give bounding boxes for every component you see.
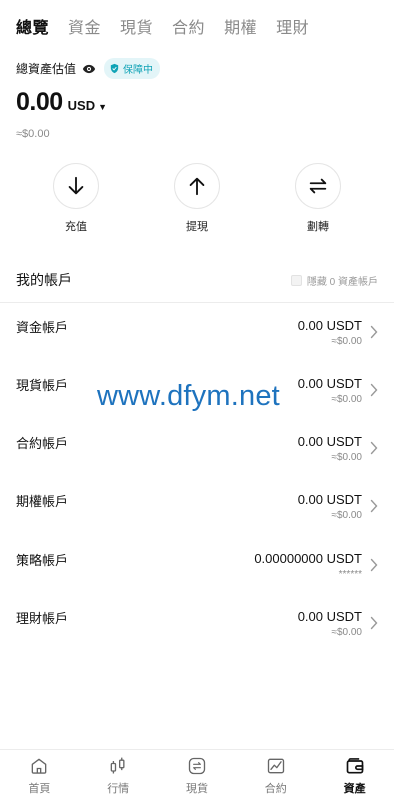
account-name: 理財帳戶 [16, 611, 69, 626]
arrow-up-icon [189, 177, 205, 196]
account-name: 現貨帳戶 [16, 378, 69, 393]
account-amount: 0.00 USDT [297, 609, 362, 624]
nav-contract[interactable]: 合約 [236, 750, 315, 800]
chevron-right-icon [370, 325, 378, 339]
transfer-label: 劃轉 [307, 221, 329, 233]
account-name: 資金帳戶 [16, 320, 69, 335]
protection-badge-label: 保障中 [123, 65, 154, 76]
account-row-funding[interactable]: 資金帳戶 0.00 USDT ≈$0.00 [16, 317, 378, 367]
account-name: 合約帳戶 [16, 436, 69, 451]
account-row-strategy[interactable]: 策略帳戶 0.00000000 USDT ****** [16, 550, 378, 600]
tab-contract[interactable]: 合約 [172, 14, 205, 38]
arrow-down-icon [68, 176, 84, 195]
chevron-right-icon [370, 499, 378, 513]
section-divider [0, 302, 394, 303]
bottom-nav: 首頁 行情 現貨 合約 資產 [0, 749, 394, 800]
eye-icon[interactable] [82, 62, 96, 76]
withdraw-label: 提現 [186, 221, 208, 233]
action-buttons: 充值 提現 劃轉 [0, 163, 394, 238]
chevron-right-icon [370, 383, 378, 397]
account-amount: 0.00 USDT [297, 492, 362, 507]
watermark-text: www.dfym.net [97, 380, 280, 412]
top-tabs: 總覽 資金 現貨 合約 期權 理財 [16, 14, 309, 38]
nav-assets-label: 資產 [343, 783, 366, 795]
nav-home[interactable]: 首頁 [0, 750, 79, 800]
account-amount: 0.00 USDT [297, 434, 362, 449]
transfer-button[interactable]: 劃轉 [283, 163, 353, 234]
chevron-right-icon [370, 616, 378, 630]
nav-markets-label: 行情 [107, 783, 130, 795]
account-approx: ****** [338, 569, 362, 580]
account-amount: 0.00 USDT [297, 376, 362, 391]
account-row-earn[interactable]: 理財帳戶 0.00 USDT ≈$0.00 [16, 608, 378, 658]
candlestick-icon [110, 757, 125, 774]
chevron-right-icon [370, 441, 378, 455]
withdraw-circle [174, 163, 220, 209]
nav-spot[interactable]: 現貨 [158, 750, 237, 800]
deposit-label: 充值 [65, 221, 87, 233]
total-assets-header: 總資產估值 保障中 [16, 58, 161, 79]
account-approx: ≈$0.00 [331, 336, 362, 347]
shield-icon [109, 63, 120, 74]
transfer-circle [295, 163, 341, 209]
account-name: 策略帳戶 [16, 553, 69, 568]
protection-badge[interactable]: 保障中 [104, 58, 161, 79]
account-amount: 0.00000000 USDT [254, 551, 362, 566]
chevron-right-icon [370, 558, 378, 572]
hide-zero-checkbox[interactable] [290, 274, 302, 286]
tab-spot[interactable]: 現貨 [120, 14, 153, 38]
balance-approx: ≈$0.00 [16, 128, 50, 140]
tab-overview[interactable]: 總覽 [16, 14, 49, 38]
nav-contract-label: 合約 [264, 783, 287, 795]
hide-zero-label: 隱藏 0 資產帳戶 [306, 276, 378, 288]
total-balance: 0.00 [16, 88, 63, 116]
account-approx: ≈$0.00 [331, 394, 362, 405]
nav-assets[interactable]: 資產 [315, 750, 394, 800]
contract-chart-icon [267, 758, 284, 774]
nav-spot-label: 現貨 [185, 783, 208, 795]
tab-earn[interactable]: 理財 [276, 14, 309, 38]
withdraw-button[interactable]: 提現 [162, 163, 232, 234]
account-row-contract[interactable]: 合約帳戶 0.00 USDT ≈$0.00 [16, 433, 378, 483]
account-approx: ≈$0.00 [331, 627, 362, 638]
my-accounts-title: 我的帳戶 [16, 272, 72, 288]
account-name: 期權帳戶 [16, 494, 69, 509]
account-row-options[interactable]: 期權帳戶 0.00 USDT ≈$0.00 [16, 491, 378, 541]
nav-markets[interactable]: 行情 [79, 750, 158, 800]
tab-options[interactable]: 期權 [224, 14, 257, 38]
account-approx: ≈$0.00 [331, 510, 362, 521]
total-assets-label: 總資產估值 [16, 62, 77, 76]
deposit-button[interactable]: 充值 [41, 163, 111, 234]
account-amount: 0.00 USDT [297, 318, 362, 333]
hide-zero-toggle[interactable]: 隱藏 0 資產帳戶 [290, 273, 378, 288]
transfer-icon [309, 178, 327, 194]
exchange-icon [188, 757, 206, 775]
currency-selector[interactable]: USD [68, 98, 95, 113]
accounts-section-header: 我的帳戶 隱藏 0 資產帳戶 [16, 270, 378, 290]
balance-row: 0.00 USD ▼ [16, 88, 107, 117]
tab-funding[interactable]: 資金 [68, 14, 101, 38]
nav-home-label: 首頁 [28, 783, 51, 795]
deposit-circle [53, 163, 99, 209]
wallet-icon [346, 758, 363, 774]
caret-down-icon[interactable]: ▼ [98, 102, 107, 112]
account-approx: ≈$0.00 [331, 452, 362, 463]
home-icon [32, 758, 47, 774]
